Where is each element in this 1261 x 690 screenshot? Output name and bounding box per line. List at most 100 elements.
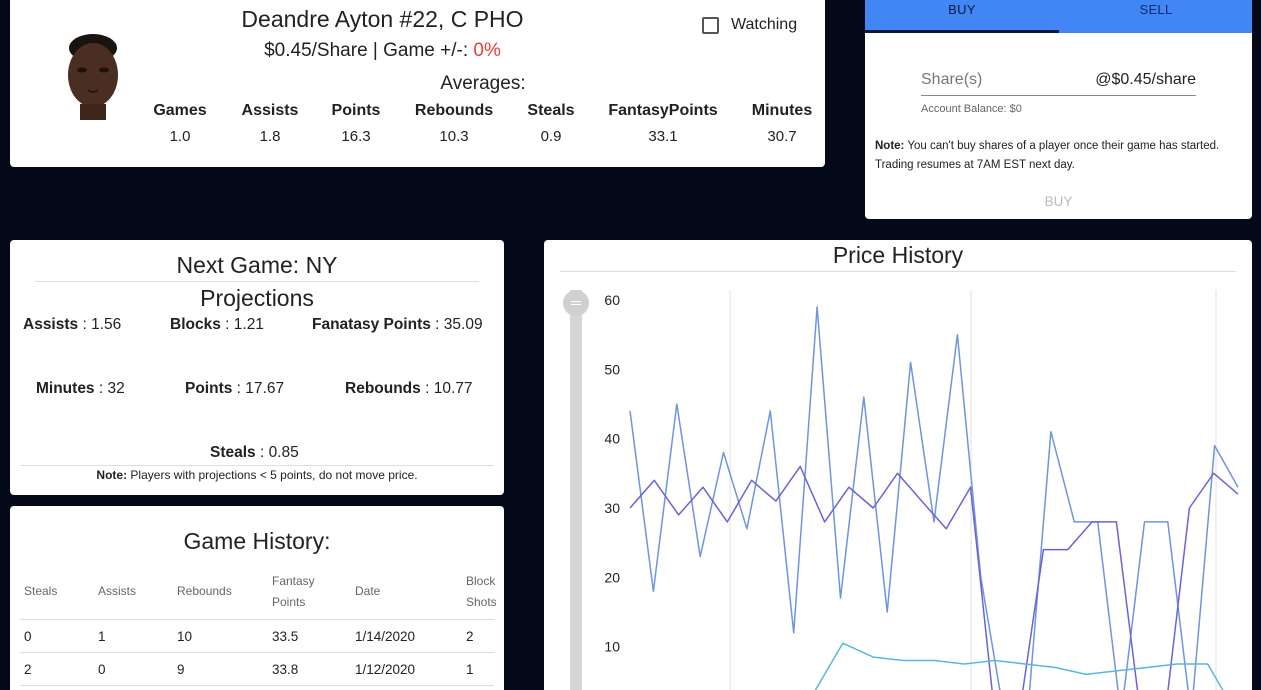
game-history-table: Steals Assists Rebounds Fantasy Points D… [20,570,496,686]
projection-value: : 1.21 [220,316,264,333]
projection-label: Points [185,380,233,397]
projection-label: Fanatasy Points [312,316,431,333]
game-history-title: Game History: [183,528,331,554]
avg-value: 10.3 [439,128,469,145]
cell-steals: 2 [24,662,32,677]
projection-value: : 17.67 [232,380,285,397]
share-price: @$0.45/share [1095,71,1196,88]
avg-value: 0.9 [540,128,562,145]
avg-value: 33.1 [648,128,678,145]
projection-label: Steals [210,444,256,461]
avg-rebounds: Rebounds 10.3 [406,102,502,145]
series-line-3 [814,642,1224,690]
watching-label: Watching [731,16,798,33]
avg-value: 1.8 [259,128,281,145]
note-bold: Note: [875,140,905,152]
buy-button[interactable]: BUY [865,194,1252,209]
cell-block-shots: 2 [466,629,474,644]
cell-assists: 1 [98,629,106,644]
table-row: 2 0 9 33.8 1/12/2020 1 [20,653,494,686]
avg-value: 30.7 [767,128,797,145]
next-game-title: Next Game: NY [176,252,338,278]
player-price: $0.45/Share | Game +/-: 0% [10,40,755,62]
projection-value: : 0.85 [255,444,299,461]
projection-value: : 35.09 [430,316,483,333]
projection-points: Points : 17.67 [185,380,284,398]
projection-minutes: Minutes : 32 [36,380,125,398]
y-tick-label: 50 [604,361,620,377]
table-header: Steals Assists Rebounds Fantasy Points D… [20,570,496,620]
y-tick-label: 30 [604,500,620,516]
avg-label: Rebounds [414,102,494,119]
cell-steals: 0 [24,629,32,644]
projection-note: Note: Players with projections < 5 point… [10,468,504,482]
projection-steals: Steals : 0.85 [210,444,299,462]
table-row: 0 1 10 33.5 1/14/2020 2 [20,620,494,653]
avg-games: Games 1.0 [150,102,210,145]
projection-fantasy-points: Fanatasy Points : 35.09 [312,316,483,334]
projection-rebounds: Rebounds : 10.77 [345,380,473,398]
y-tick-label: 60 [604,292,620,308]
trade-note: Note: You can't buy shares of a player o… [875,137,1245,175]
trade-tabs: BUY SELL [865,0,1252,33]
account-balance: Account Balance: $0 [921,103,1022,115]
shares-input[interactable]: Share(s) @$0.45/share [921,70,1196,96]
col-block-shots: Block Shots [466,574,496,609]
projection-blocks: Blocks : 1.21 [170,316,264,334]
col-date: Date [355,584,381,598]
tab-buy[interactable]: BUY [865,0,1059,33]
cell-rebounds: 9 [177,662,185,677]
price-history-card: Price History 10 20 30 40 50 60 [544,240,1252,690]
cell-fantasy-points: 33.8 [272,662,299,677]
price-change: 0% [473,40,501,61]
projection-label: Rebounds [345,380,421,397]
projection-value: : 1.56 [78,316,122,333]
y-tick-label: 20 [604,569,620,585]
y-tick-label: 40 [604,431,620,447]
avg-minutes: Minutes 30.7 [746,102,818,145]
checkbox-box[interactable] [702,16,719,34]
avg-label: Steals [527,102,575,119]
watching-checkbox[interactable]: Watching [702,16,797,34]
projection-value: : 32 [94,380,125,397]
avg-label: Minutes [751,102,813,119]
avg-label: Games [153,102,207,119]
y-tick-label: 10 [604,639,620,655]
series-line-2 [629,465,1239,690]
projections-title: Projections [200,285,314,311]
avg-assists: Assists 1.8 [235,102,305,145]
avg-label: Assists [241,102,299,119]
avg-points: Points 16.3 [321,102,391,145]
divider [35,281,479,282]
cell-block-shots: 1 [466,662,474,677]
note-text: Players with projections < 5 points, do … [127,468,418,482]
avg-value: 16.3 [341,128,371,145]
tab-sell[interactable]: SELL [1059,0,1252,33]
averages-title: Averages: [440,73,526,94]
col-fantasy-points: Fantasy Points [272,574,315,609]
col-rebounds: Rebounds [177,584,232,598]
col-assists: Assists [98,584,137,598]
projection-label: Blocks [170,316,221,333]
projection-label: Assists [23,316,79,333]
player-card: Deandre Ayton #22, C PHO $0.45/Share | G… [10,0,825,167]
avg-value: 1.0 [169,128,191,145]
price-history-chart: 10 20 30 40 50 60 [604,290,1239,690]
cell-rebounds: 10 [177,629,193,644]
price-text: $0.45/Share | Game +/-: [264,40,474,61]
col-steals: Steals [24,584,58,598]
avg-steals: Steals 0.9 [520,102,582,145]
projection-label: Minutes [36,380,95,397]
divider [20,465,494,466]
note-text: You can't buy shares of a player once th… [875,140,1220,171]
projection-value: : 10.77 [420,380,473,397]
avg-label: FantasyPoints [608,102,718,119]
cell-date: 1/12/2020 [355,662,416,677]
cell-assists: 0 [98,662,106,677]
avg-fantasy-points: FantasyPoints 33.1 [603,102,723,145]
note-bold: Note: [96,468,128,482]
avg-label: Points [331,102,381,119]
shares-input-placeholder[interactable]: Share(s) [921,71,982,89]
next-game-card: Next Game: NY Projections Assists : 1.56… [10,240,504,495]
cell-date: 1/14/2020 [355,629,416,644]
